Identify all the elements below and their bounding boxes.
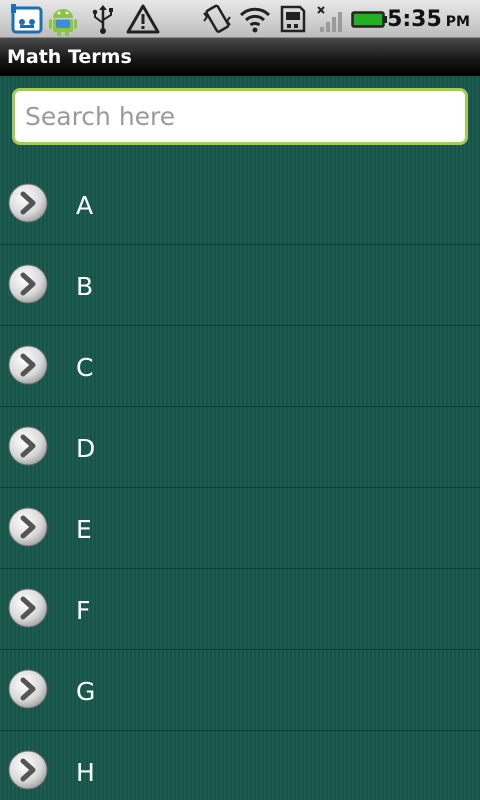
warning-icon [126,4,160,34]
list-item-label: A [76,191,94,220]
list-item-e[interactable]: E [0,488,480,569]
clock-time: 5:35 [387,7,442,32]
chevron-right-icon [8,264,48,304]
battery-icon [351,11,387,28]
signal-icon [317,6,342,32]
chevron-right-icon [8,426,48,466]
status-time: 5:35 PM [387,3,470,37]
app-title: Math Terms [7,46,132,68]
list-item-label: B [76,272,94,301]
chevron-right-icon [8,507,48,547]
chevron-right-icon [8,345,48,385]
list-item-b[interactable]: B [0,245,480,326]
screen: 5:35 PM Math Terms A [0,0,480,800]
list-item-label: E [76,515,92,544]
content-area: A B C D [0,77,480,800]
chevron-right-icon [8,588,48,628]
search-input[interactable] [12,88,468,145]
list-item-label: D [76,434,96,463]
vibrate-icon [203,4,231,33]
list-item-label: F [76,596,91,625]
list-item-label: G [76,677,96,706]
list-item-f[interactable]: F [0,569,480,650]
chevron-right-icon [8,750,48,790]
clock-ampm: PM [445,14,470,30]
list-item-h[interactable]: H [0,731,480,800]
title-bar: Math Terms [0,38,480,76]
sd-card-icon [280,5,306,33]
bbm-icon [11,4,43,34]
search-box [12,88,468,145]
list-item-c[interactable]: C [0,326,480,407]
wifi-icon [239,7,271,33]
usb-icon [92,5,113,34]
list-item-label: H [76,758,95,787]
list-item-g[interactable]: G [0,650,480,731]
list-item-a[interactable]: A [0,164,480,245]
list-item-d[interactable]: D [0,407,480,488]
status-bar: 5:35 PM [0,0,480,38]
list-item-label: C [76,353,94,382]
terms-list: A B C D E F G H [0,164,480,800]
android-icon [49,9,77,36]
chevron-right-icon [8,669,48,709]
chevron-right-icon [8,183,48,223]
